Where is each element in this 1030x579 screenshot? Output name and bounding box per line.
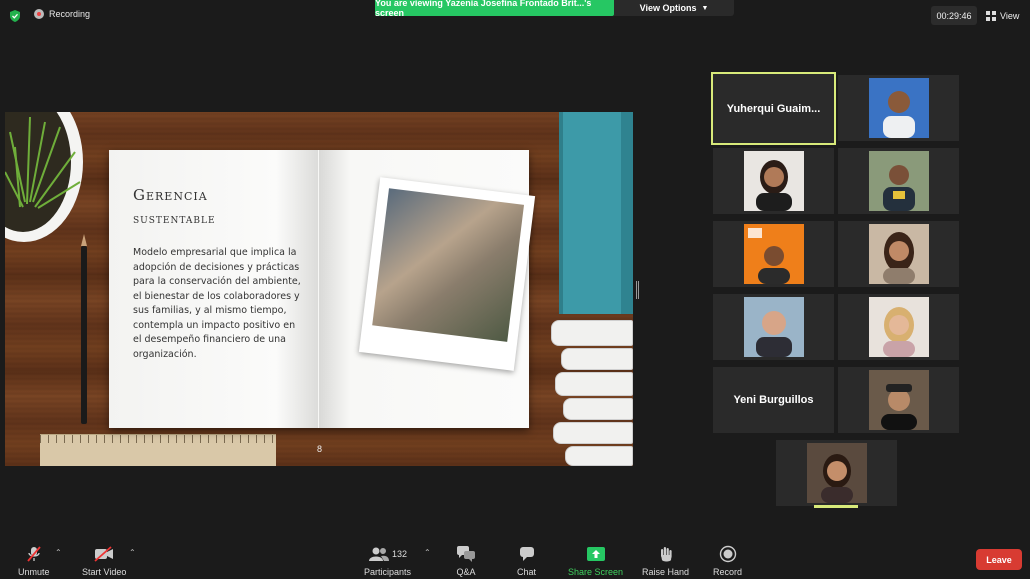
participant-video <box>743 224 804 284</box>
participants-label: Participants <box>364 567 412 577</box>
video-off-icon <box>94 546 114 562</box>
rolled-paper-image <box>553 422 633 444</box>
qa-label: Q&A <box>456 567 476 577</box>
participant-tile[interactable] <box>838 75 959 141</box>
unmute-button[interactable]: Unmute <box>18 544 50 577</box>
slide-subtitle: sustentable <box>133 212 216 227</box>
record-label: Record <box>713 567 743 577</box>
chat-label: Chat <box>517 567 537 577</box>
rolled-paper-image <box>565 446 633 466</box>
participants-count: 132 <box>392 549 408 559</box>
meeting-toolbar: Unmute ⌃ Start Video ⌃ 132 Participants … <box>0 538 1030 579</box>
pencil-tip-image <box>81 234 87 246</box>
record-button[interactable]: Record <box>713 544 742 577</box>
share-screen-icon <box>586 547 605 561</box>
participant-tile[interactable]: Yuherqui Guaim... <box>711 72 836 145</box>
leave-button[interactable]: Leave <box>976 549 1022 570</box>
meeting-timer: 00:29:46 <box>931 6 977 25</box>
chat-icon <box>519 547 534 561</box>
participants-options-chevron-icon[interactable]: ⌃ <box>424 548 431 557</box>
raise-hand-label: Raise Hand <box>642 567 690 577</box>
recording-label: Recording <box>49 9 91 19</box>
audio-options-chevron-icon[interactable]: ⌃ <box>55 548 62 557</box>
participant-tile[interactable]: Yeni Burguillos <box>713 367 834 433</box>
split-resize-handle[interactable] <box>636 281 639 299</box>
view-button[interactable]: View <box>986 6 1019 25</box>
hands-photo-image <box>372 188 524 342</box>
rolled-paper-image <box>555 372 633 396</box>
participant-tile[interactable] <box>838 367 959 433</box>
pencil-image <box>81 246 87 424</box>
participant-name: Yuherqui Guaim... <box>726 102 821 115</box>
slide-title: Gerencia <box>133 186 208 204</box>
start-video-button[interactable]: Start Video <box>82 544 126 577</box>
active-speaker-indicator <box>814 505 858 508</box>
rolled-paper-image <box>561 348 633 370</box>
grid-view-icon <box>986 10 996 21</box>
rolled-paper-image <box>563 398 633 420</box>
participant-name: Yeni Burguillos <box>733 394 814 406</box>
participant-video <box>868 297 929 357</box>
book-left-page: Gerencia sustentable Modelo empresarial … <box>109 150 318 428</box>
participant-video <box>868 224 929 284</box>
shared-screen-slide: Gerencia sustentable Modelo empresarial … <box>5 112 633 466</box>
recording-icon <box>34 9 44 19</box>
start-video-label: Start Video <box>82 567 127 577</box>
muted-microphone-icon <box>27 546 41 562</box>
view-options-button[interactable]: View Options ▼ <box>614 0 734 16</box>
view-label: View <box>1000 10 1020 21</box>
participant-tile[interactable] <box>838 221 959 287</box>
slide-body-text: Modelo empresarial que implica la adopci… <box>133 247 301 360</box>
participant-tile[interactable] <box>838 148 959 214</box>
raise-hand-icon <box>660 547 672 562</box>
participant-video <box>743 151 804 211</box>
view-options-label: View Options <box>639 3 697 13</box>
participants-button[interactable]: 132 Participants <box>364 544 411 577</box>
zoom-meeting-window: Recording You are viewing Yazenia Josefi… <box>0 0 1030 579</box>
notebook-strap <box>621 112 633 314</box>
participant-video <box>806 443 867 503</box>
participant-tile[interactable] <box>713 221 834 287</box>
chat-button[interactable]: Chat <box>517 544 536 577</box>
chevron-down-icon: ▼ <box>701 4 709 12</box>
shield-icon[interactable] <box>8 9 22 23</box>
participant-video <box>743 297 804 357</box>
participants-icon <box>369 547 389 561</box>
participant-video <box>868 370 929 430</box>
rolled-paper-image <box>551 320 633 346</box>
video-options-chevron-icon[interactable]: ⌃ <box>129 548 136 557</box>
participant-tile[interactable] <box>838 294 959 360</box>
recording-indicator[interactable]: Recording <box>34 9 90 19</box>
participant-video <box>868 78 929 138</box>
unmute-label: Unmute <box>18 567 50 577</box>
participant-tile[interactable] <box>713 148 834 214</box>
raise-hand-button[interactable]: Raise Hand <box>642 544 689 577</box>
participant-video <box>868 151 929 211</box>
record-icon <box>719 545 736 563</box>
top-bar: Recording You are viewing Yazenia Josefi… <box>0 0 1030 30</box>
participant-tile[interactable] <box>713 294 834 360</box>
viewing-screen-banner: You are viewing Yazenia Josefina Frontad… <box>375 0 614 18</box>
participant-tile[interactable] <box>776 440 897 506</box>
share-screen-button[interactable]: Share Screen <box>568 544 623 577</box>
open-book: Gerencia sustentable Modelo empresarial … <box>109 150 536 428</box>
qa-icon <box>457 546 475 562</box>
slide-page-number: 8 <box>317 444 323 454</box>
qa-button[interactable]: Q&A <box>456 544 476 577</box>
ruler-marks <box>40 435 276 443</box>
share-screen-label: Share Screen <box>568 567 624 577</box>
grass-leaves-image <box>5 116 81 209</box>
polaroid-photo <box>358 177 536 371</box>
